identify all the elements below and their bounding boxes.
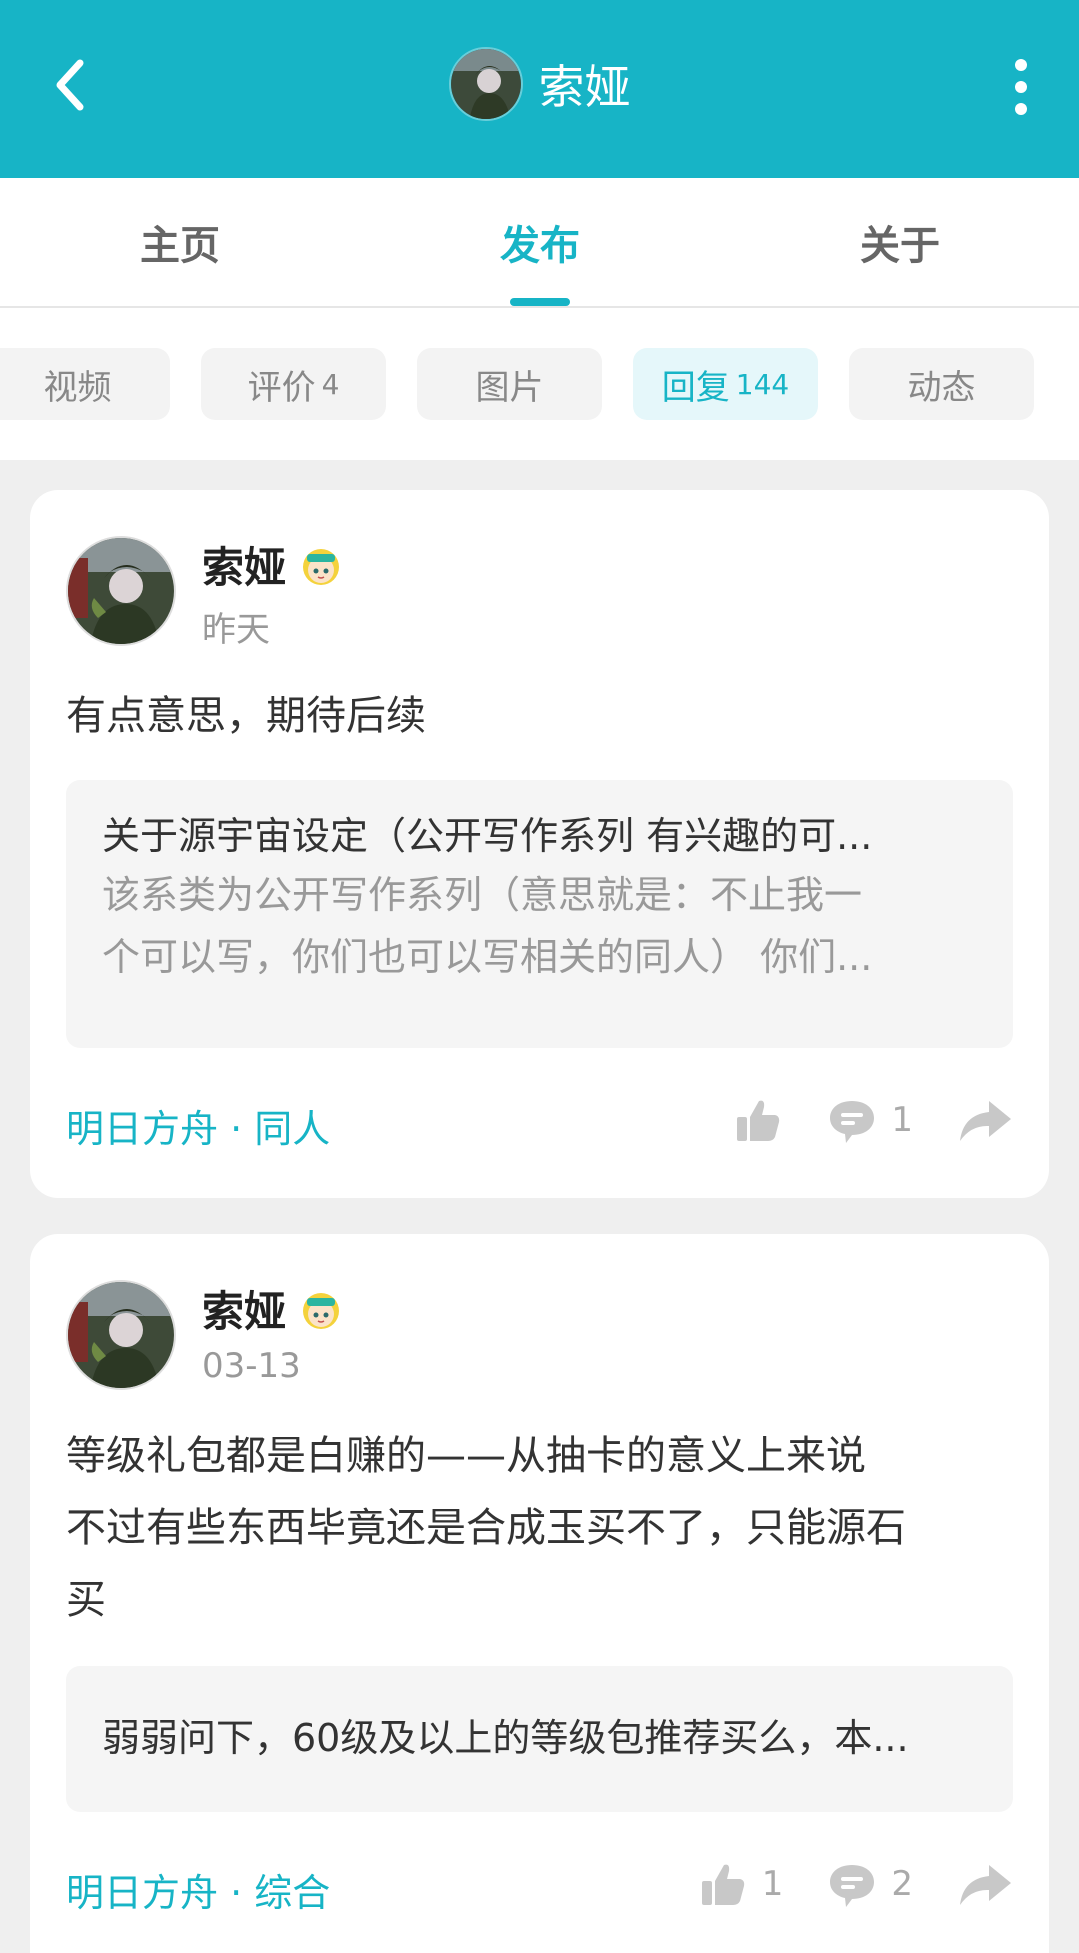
share-button[interactable] [957,1859,1013,1909]
comment-count: 1 [891,1100,913,1140]
comment-button[interactable]: 2 [827,1859,913,1909]
quoted-post[interactable]: 关于源宇宙设定（公开写作系列 有兴趣的可... 该系类为公开写作系列（意思就是：… [66,780,1013,1048]
author-name[interactable]: 索娅 [202,534,286,595]
like-count: 1 [761,1864,784,1904]
share-icon [960,1101,1011,1141]
tab-indicator [510,298,570,306]
chip-count: 144 [735,367,790,401]
tab-home[interactable]: 主页 [30,178,330,306]
thumbs-up-icon [737,1100,780,1141]
more-dot-icon [1015,103,1027,115]
reply-card[interactable]: 索娅 昨天 有点意思，期待后续 关于源宇宙设定（公开写作系列 有兴趣的可... … [30,490,1049,1198]
share-icon [960,1865,1011,1905]
profile-title: 索娅 [0,45,1079,123]
comment-icon [830,1101,875,1143]
share-button[interactable] [957,1095,1013,1145]
quoted-post-excerpt: 该系类为公开写作系列（意思就是：不止我一 个可以写，你们也可以写相关的同人） 你… [102,873,873,979]
like-button[interactable] [733,1095,783,1145]
more-dot-icon [1015,81,1027,93]
like-button[interactable]: 1 [698,1859,784,1909]
quoted-post[interactable]: 弱弱问下，60级及以上的等级包推荐买么，本... [66,1666,1013,1812]
chip-images[interactable]: 图片 [417,348,602,420]
filter-chips: 视频 评价 4 图片 回复 144 动态 [0,308,1079,460]
tab-bar: 主页 发布 关于 [0,178,1079,308]
more-options-button[interactable] [1001,52,1041,122]
page-title: 索娅 [538,60,631,114]
avatar[interactable] [66,1280,176,1390]
author-name[interactable]: 索娅 [202,1278,286,1339]
thumbs-up-icon [701,1864,744,1905]
user-badge-icon [303,1292,340,1329]
forum-tag[interactable]: 明日方舟 · 综合 [66,1862,330,1917]
avatar[interactable] [448,47,523,121]
avatar[interactable] [66,536,176,646]
reply-content: 有点意思，期待后续 [66,693,426,739]
more-dot-icon [1015,59,1027,71]
author-row: 索娅 [202,534,346,595]
comment-button[interactable]: 1 [827,1095,913,1145]
chip-video[interactable]: 视频 [0,348,170,420]
author-row: 索娅 [202,1278,346,1339]
chip-replies[interactable]: 回复 144 [633,348,818,420]
post-time: 03-13 [202,1346,301,1386]
tab-posts[interactable]: 发布 [390,178,690,306]
post-actions: 1 2 [654,1852,1013,1916]
user-badge-icon [303,548,340,585]
quoted-post-title: 关于源宇宙设定（公开写作系列 有兴趣的可... [102,814,873,858]
chip-count: 4 [321,367,340,401]
quoted-post-title: 弱弱问下，60级及以上的等级包推荐买么，本... [102,1716,909,1760]
comment-icon [830,1865,875,1907]
chip-activity[interactable]: 动态 [849,348,1034,420]
tab-about[interactable]: 关于 [750,178,1050,306]
reply-content: 等级礼包都是白赚的——从抽卡的意义上来说 不过有些东西毕竟还是合成玉买不了，只能… [66,1433,906,1623]
comment-count: 2 [891,1864,913,1904]
top-app-bar: 索娅 [0,0,1079,178]
reply-card[interactable]: 索娅 03-13 等级礼包都是白赚的——从抽卡的意义上来说 不过有些东西毕竟还是… [30,1234,1049,1953]
post-actions: 1 [689,1088,1013,1152]
post-time: 昨天 [202,610,270,650]
chip-reviews[interactable]: 评价 4 [201,348,386,420]
forum-tag[interactable]: 明日方舟 · 同人 [66,1098,330,1153]
